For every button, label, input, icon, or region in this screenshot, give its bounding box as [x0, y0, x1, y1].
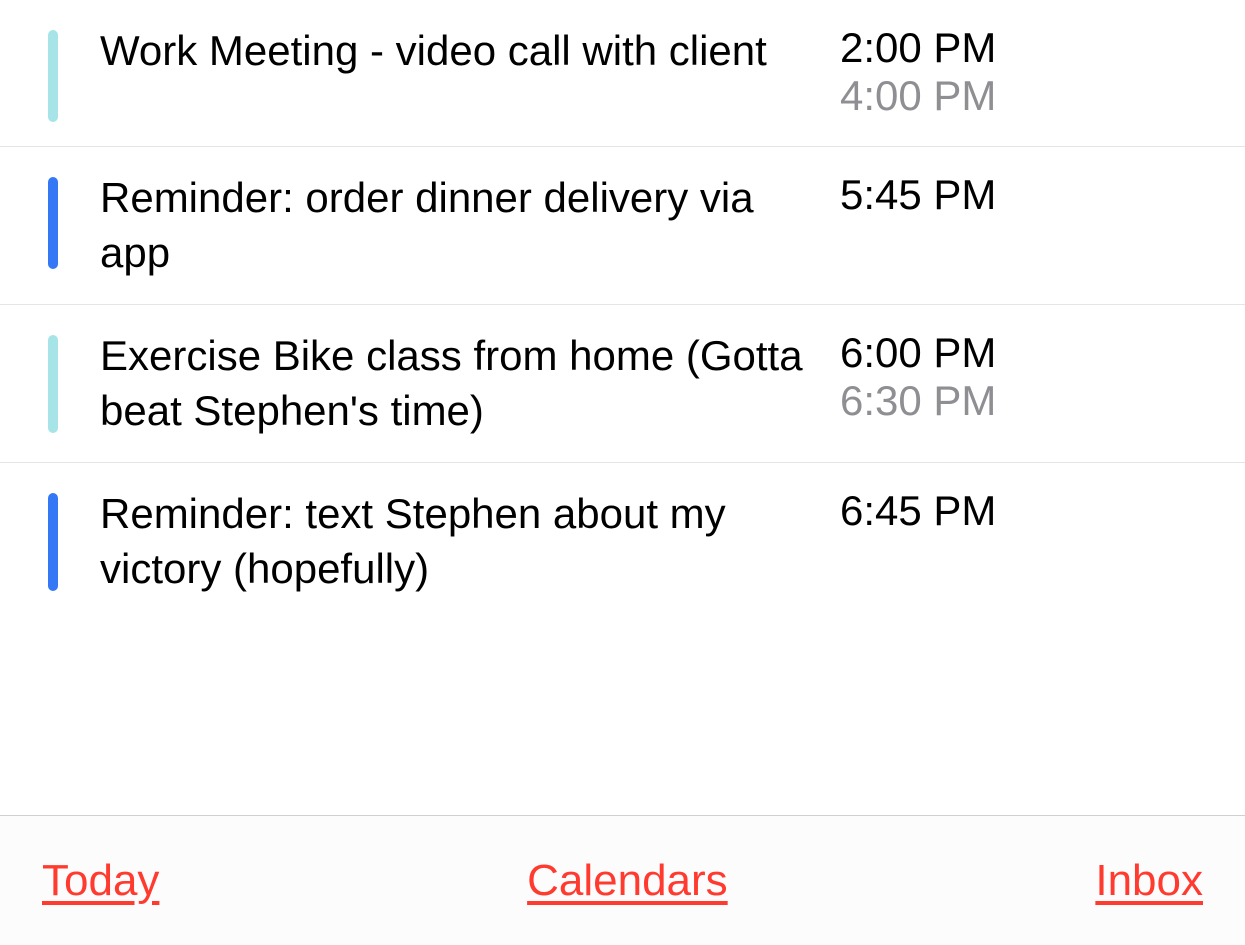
event-start-time: 2:00 PM	[840, 24, 996, 72]
calendar-color-bar	[48, 335, 58, 433]
calendars-button[interactable]: Calendars	[525, 852, 730, 910]
event-times: 5:45 PM	[840, 171, 996, 219]
today-button[interactable]: Today	[40, 852, 161, 910]
event-start-time: 6:45 PM	[840, 487, 996, 535]
bottom-toolbar: Today Calendars Inbox	[0, 815, 1245, 945]
event-times: 6:00 PM 6:30 PM	[840, 329, 996, 425]
event-row[interactable]: Reminder: text Stephen about my victory …	[0, 463, 1245, 620]
event-times: 6:45 PM	[840, 487, 996, 535]
event-end-time: 4:00 PM	[840, 72, 996, 120]
calendar-color-bar	[48, 493, 58, 591]
calendar-color-bar	[48, 30, 58, 122]
event-end-time: 6:30 PM	[840, 377, 996, 425]
event-title: Reminder: text Stephen about my victory …	[100, 487, 820, 596]
event-row[interactable]: Reminder: order dinner delivery via app …	[0, 147, 1245, 305]
event-title: Reminder: order dinner delivery via app	[100, 171, 820, 280]
event-start-time: 6:00 PM	[840, 329, 996, 377]
calendar-color-bar	[48, 177, 58, 269]
event-row[interactable]: Work Meeting - video call with client 2:…	[0, 0, 1245, 147]
event-times: 2:00 PM 4:00 PM	[840, 24, 996, 120]
inbox-button[interactable]: Inbox	[1093, 852, 1205, 910]
event-title: Work Meeting - video call with client	[100, 24, 820, 79]
event-title: Exercise Bike class from home (Gotta bea…	[100, 329, 820, 438]
event-start-time: 5:45 PM	[840, 171, 996, 219]
event-list: Work Meeting - video call with client 2:…	[0, 0, 1245, 621]
event-row[interactable]: Exercise Bike class from home (Gotta bea…	[0, 305, 1245, 463]
